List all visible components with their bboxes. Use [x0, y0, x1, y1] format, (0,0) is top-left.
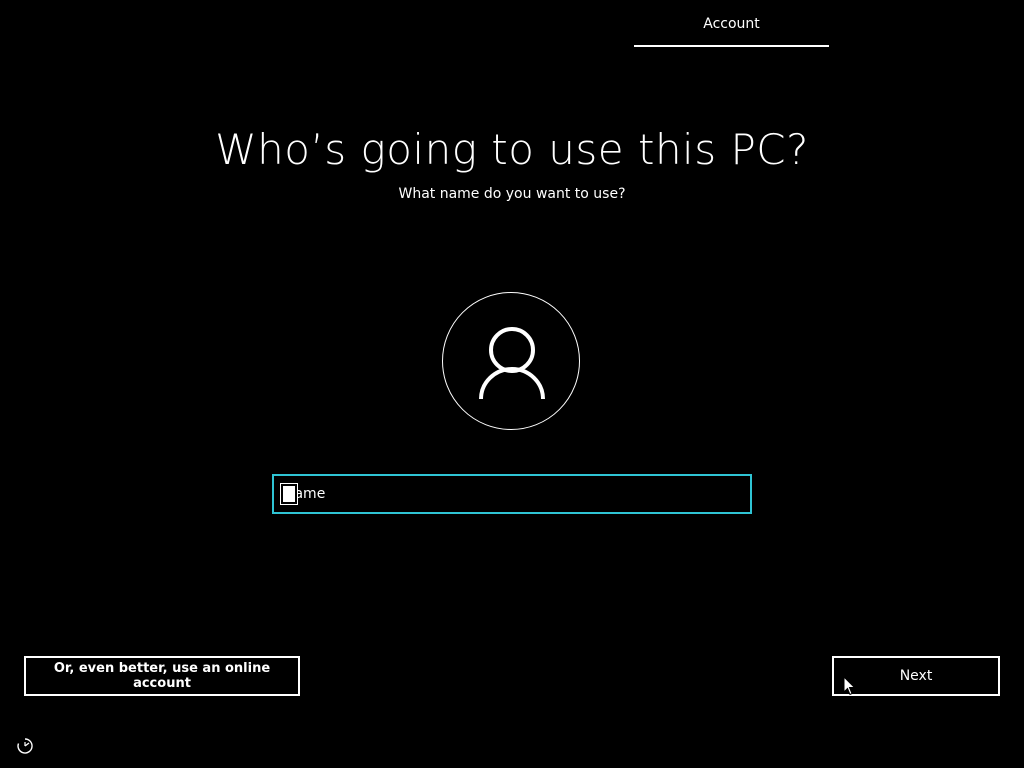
next-button[interactable]: Next: [832, 656, 1000, 696]
avatar: [442, 292, 580, 430]
ease-of-access-icon[interactable]: [16, 737, 34, 755]
user-icon: [479, 327, 545, 400]
tab-account-underline: [634, 45, 829, 47]
tab-account: Account: [634, 0, 829, 48]
text-cursor: [280, 483, 298, 505]
mouse-pointer-icon: [843, 676, 856, 696]
tab-account-label: Account: [703, 16, 760, 32]
online-account-button[interactable]: Or, even better, use an online account: [24, 656, 300, 696]
page-subtitle: What name do you want to use?: [398, 186, 626, 202]
name-input[interactable]: [272, 474, 752, 514]
page-title: Who’s going to use this PC?: [215, 125, 809, 174]
oobe-account-page: Account Who’s going to use this PC? What…: [0, 0, 1024, 768]
